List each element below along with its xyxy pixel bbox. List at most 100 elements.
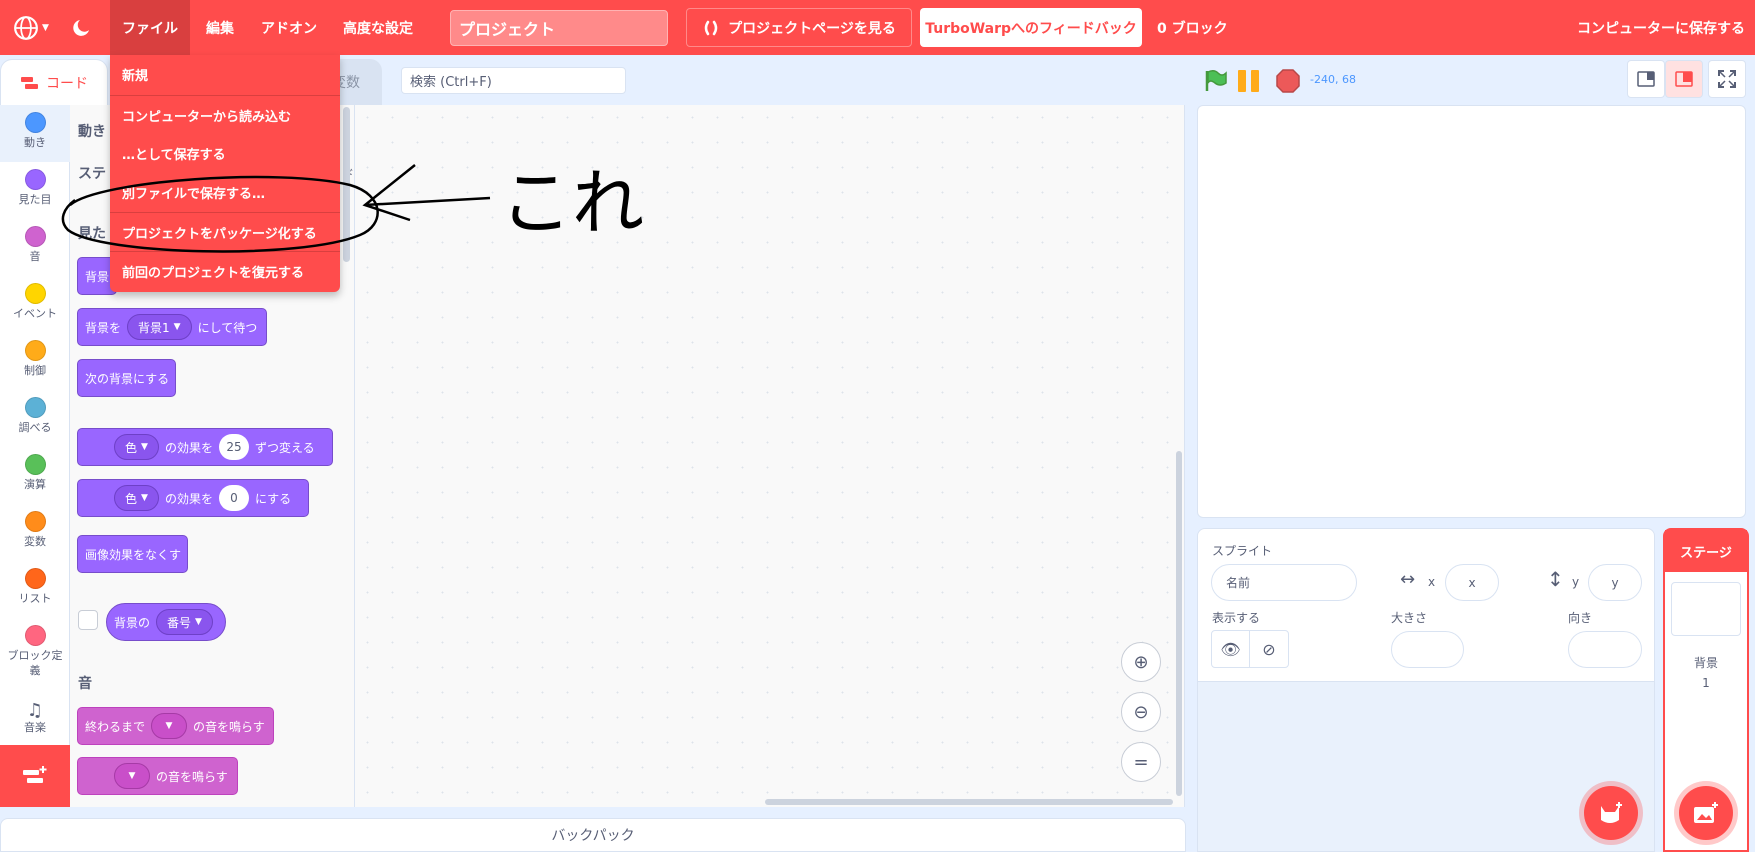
- effect-dropdown[interactable]: 色 ▼: [114, 485, 159, 511]
- category-variables[interactable]: 変数: [0, 504, 70, 561]
- menu-item-load-from-computer[interactable]: コンピューターから読み込む: [110, 96, 340, 134]
- annotation-text: これ: [500, 161, 644, 245]
- search-input[interactable]: 検索 (Ctrl+F): [401, 67, 626, 94]
- size-input[interactable]: [1391, 631, 1464, 668]
- y-position-input[interactable]: y: [1588, 564, 1642, 601]
- direction-input[interactable]: [1568, 631, 1642, 668]
- add-extension-icon: [23, 766, 47, 783]
- advanced-menu-button[interactable]: 高度な設定: [340, 0, 416, 55]
- tab-code[interactable]: コード: [0, 59, 108, 105]
- category-label: ブロック定義: [7, 649, 63, 677]
- category-lists[interactable]: リスト: [0, 561, 70, 618]
- save-to-computer-button[interactable]: コンピューターに保存する: [1575, 0, 1745, 55]
- my-blocks-color-dot: [24, 625, 46, 646]
- looks-color-dot: [24, 169, 46, 190]
- block-switch-backdrop-and-wait[interactable]: 背景を 背景1 ▼ にして待つ: [77, 308, 267, 346]
- category-label: 調べる: [18, 421, 52, 434]
- zoom-reset-button[interactable]: =: [1121, 742, 1161, 782]
- sprite-info-panel: スプライト 名前 ↔ x x ↕ y y 表示する 👁 ⊘ 大きさ 向き: [1197, 528, 1655, 682]
- chevron-down-icon: ▼: [141, 442, 148, 452]
- sound-dropdown[interactable]: ▼: [151, 713, 188, 739]
- pause-button[interactable]: [1238, 70, 1262, 92]
- dropdown-value: 背景1: [138, 320, 170, 335]
- category-events[interactable]: イベント: [0, 276, 70, 333]
- code-icon: [21, 76, 38, 89]
- zoom-out-icon: ⊖: [1133, 701, 1149, 723]
- backpack-panel[interactable]: バックパック: [0, 818, 1186, 852]
- backdrop-attribute-dropdown[interactable]: 番号 ▼: [156, 609, 213, 635]
- block-text: 背景を: [85, 320, 122, 335]
- dropdown-value: 番号: [167, 615, 192, 630]
- sprite-name-input[interactable]: 名前: [1211, 564, 1357, 601]
- block-text: の音を鳴らす: [156, 769, 228, 784]
- annotation-ellipse: [61, 175, 379, 253]
- show-label: 表示する: [1212, 611, 1261, 625]
- number-input[interactable]: 25: [218, 434, 249, 460]
- category-my-blocks[interactable]: ブロック定義: [0, 618, 70, 684]
- add-backdrop-button[interactable]: [1679, 786, 1733, 840]
- sprite-label: スプライト: [1212, 544, 1273, 558]
- addons-menu-button[interactable]: アドオン: [258, 0, 320, 55]
- block-text: の音を鳴らす: [193, 719, 265, 734]
- sound-dropdown[interactable]: ▼: [114, 763, 150, 789]
- dropdown-value: 色: [125, 440, 138, 455]
- menu-item-new[interactable]: 新規: [110, 55, 340, 93]
- category-label: 動き: [24, 136, 46, 149]
- block-set-effect[interactable]: 色 ▼ の効果を 0 にする: [77, 479, 309, 517]
- feedback-button[interactable]: TurboWarpへのフィードバック: [920, 8, 1142, 47]
- stage-canvas[interactable]: [1197, 105, 1746, 518]
- category-label: 見た目: [18, 193, 52, 206]
- menu-bar: ▼ ファイル 編集 アドオン 高度な設定 プロジェクト プロジェクトページを見る…: [0, 0, 1755, 55]
- backdrop-dropdown[interactable]: 背景1 ▼: [127, 314, 192, 340]
- zoom-out-button[interactable]: ⊖: [1121, 692, 1161, 732]
- small-stage-button[interactable]: [1627, 60, 1665, 98]
- category-label: イベント: [13, 307, 57, 320]
- events-color-dot: [24, 283, 46, 304]
- annotation-arrow-head: [362, 164, 416, 222]
- add-extension-button[interactable]: [0, 745, 70, 807]
- category-sensing[interactable]: 調べる: [0, 390, 70, 447]
- x-position-input[interactable]: x: [1445, 564, 1499, 601]
- workspace-horizontal-scrollbar[interactable]: [765, 799, 1173, 805]
- tab-code-label: コード: [46, 75, 88, 92]
- block-clear-effects[interactable]: 画像効果をなくす: [77, 535, 188, 573]
- number-input[interactable]: 0: [218, 485, 249, 511]
- block-start-sound[interactable]: ▼ の音を鳴らす: [77, 757, 238, 795]
- block-change-effect[interactable]: 色 ▼ の効果を 25 ずつ変える: [77, 428, 333, 466]
- normal-stage-button[interactable]: [1665, 60, 1703, 98]
- block-backdrop-number[interactable]: 背景の 番号 ▼: [106, 603, 226, 641]
- annotation-arrow-shaft: [364, 196, 491, 207]
- zoom-in-button[interactable]: ⊕: [1121, 642, 1161, 682]
- theme-toggle[interactable]: [68, 0, 96, 55]
- category-label: リスト: [18, 592, 52, 605]
- fullscreen-button[interactable]: [1708, 60, 1746, 98]
- language-menu[interactable]: ▼: [10, 0, 52, 55]
- hide-button[interactable]: ⊘: [1250, 631, 1288, 667]
- moon-icon: [73, 19, 89, 36]
- palette-section-sound: 音: [78, 676, 92, 692]
- category-control[interactable]: 制御: [0, 333, 70, 390]
- category-operators[interactable]: 演算: [0, 447, 70, 504]
- music-note-icon: ♫: [26, 700, 44, 721]
- monitor-checkbox[interactable]: [78, 610, 98, 630]
- file-menu-button[interactable]: ファイル: [110, 0, 190, 55]
- block-next-backdrop[interactable]: 次の背景にする: [77, 359, 176, 397]
- show-button[interactable]: 👁: [1212, 631, 1251, 667]
- add-sprite-button[interactable]: [1584, 786, 1638, 840]
- see-project-page-button[interactable]: プロジェクトページを見る: [686, 8, 912, 47]
- sprite-list-area: [1197, 682, 1655, 852]
- project-title-input[interactable]: プロジェクト: [450, 10, 668, 46]
- edit-menu-button[interactable]: 編集: [202, 0, 238, 55]
- block-text: ずつ変える: [254, 440, 315, 455]
- globe-icon: [14, 15, 38, 40]
- effect-dropdown[interactable]: 色 ▼: [114, 434, 159, 460]
- block-play-sound-until-done[interactable]: 終わるまで ▼ の音を鳴らす: [77, 707, 274, 745]
- mouse-coordinates: -240, 68: [1310, 73, 1356, 86]
- visibility-toggle: 👁 ⊘: [1211, 630, 1289, 668]
- workspace-vertical-scrollbar[interactable]: [1176, 451, 1182, 796]
- stage-selector-header: ステージ: [1665, 530, 1747, 572]
- control-color-dot: [24, 340, 46, 361]
- stop-button[interactable]: [1276, 69, 1300, 93]
- green-flag-button[interactable]: [1203, 69, 1227, 93]
- cat-add-icon: [1601, 802, 1622, 823]
